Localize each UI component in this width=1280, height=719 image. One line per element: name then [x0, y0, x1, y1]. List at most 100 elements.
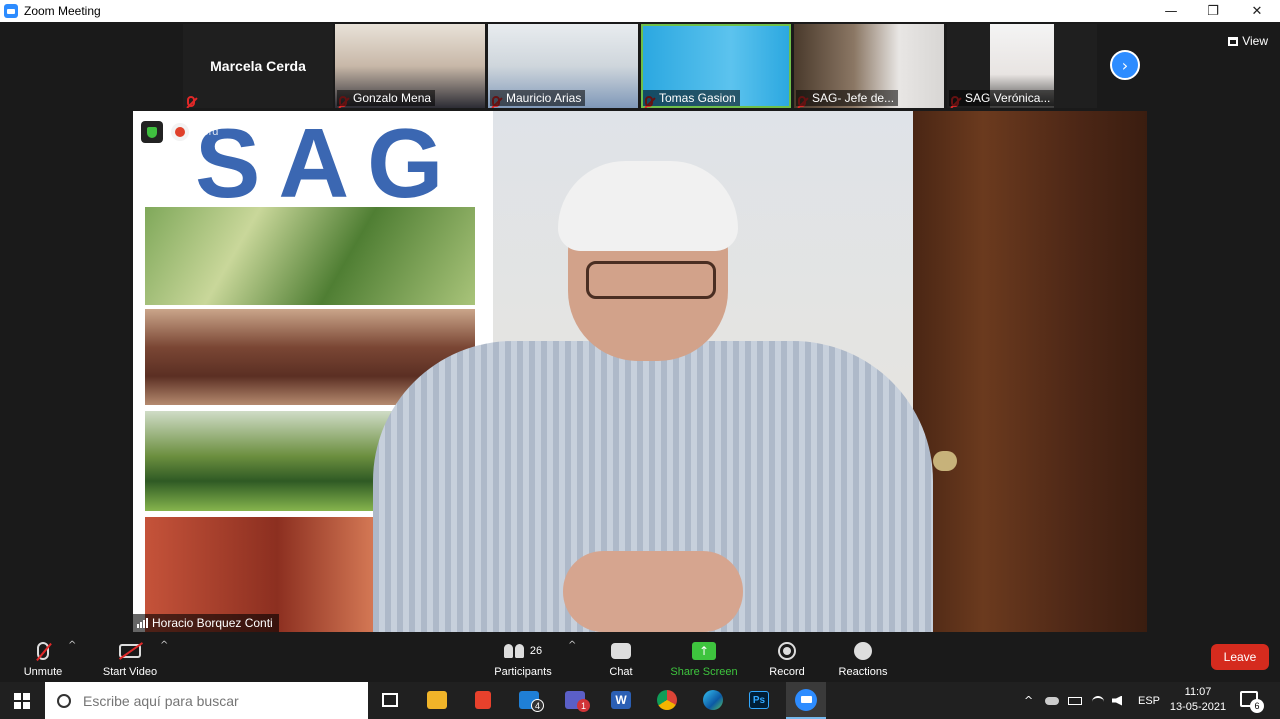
muted-mic-icon: [187, 94, 197, 107]
reactions-icon: [854, 642, 872, 660]
photoshop-button[interactable]: Ps: [744, 686, 774, 714]
participant-tile-sag-jefe[interactable]: SAG- Jefe de...: [794, 24, 944, 108]
participant-tile-sag-veronica[interactable]: SAG Verónica...: [947, 24, 1097, 108]
taskbar-clock[interactable]: 11:07 13-05-2021: [1165, 685, 1231, 715]
leave-button[interactable]: Leave: [1211, 644, 1269, 670]
chrome-icon: [657, 690, 677, 710]
view-label: View: [1242, 34, 1268, 48]
windows-taskbar: 4 1 W Ps ^ ESP 11:07 13-05-2021 6: [0, 682, 1280, 719]
edge-button[interactable]: [698, 686, 728, 714]
windows-logo-icon: [14, 692, 30, 709]
restore-button[interactable]: ❐: [1190, 0, 1236, 22]
battery-icon[interactable]: [1068, 682, 1082, 719]
participant-tile-tomas[interactable]: Tomas Gasion: [641, 24, 791, 108]
search-icon: [57, 693, 71, 708]
edge-icon: [703, 690, 723, 710]
encryption-shield-icon[interactable]: [141, 121, 163, 143]
window-title: Zoom Meeting: [24, 4, 101, 18]
speaker-name: Horacio Borquez Conti: [152, 616, 273, 630]
record-button[interactable]: Record: [767, 636, 807, 678]
participant-name: Tomas Gasion: [643, 90, 740, 106]
start-button[interactable]: [0, 682, 44, 719]
meeting-area: Marcela Cerda Gonzalo Mena Mauricio Aria…: [0, 22, 1280, 632]
participant-name: Mauricio Arias: [490, 90, 586, 106]
door-knob: [933, 451, 957, 471]
clock-time: 11:07: [1184, 686, 1212, 698]
participant-tile-mauricio[interactable]: Mauricio Arias: [488, 24, 638, 108]
participants-options-caret[interactable]: ^: [568, 640, 576, 651]
participants-button[interactable]: 26 Participants: [492, 636, 554, 678]
speaker-hair: [558, 161, 738, 251]
notifications-count: 6: [1250, 699, 1264, 713]
participants-label: Participants: [494, 666, 552, 678]
grid-view-icon: [1228, 36, 1239, 46]
view-button[interactable]: View: [1228, 34, 1268, 48]
chat-label: Chat: [609, 666, 633, 678]
speaker-glasses: [586, 261, 716, 299]
reactions-label: Reactions: [838, 666, 888, 678]
language-indicator[interactable]: ESP: [1138, 682, 1160, 719]
onedrive-icon[interactable]: [1045, 682, 1059, 719]
recording-icon: [171, 123, 189, 141]
task-view-button[interactable]: [375, 686, 405, 714]
speaker-hands: [563, 551, 743, 632]
task-view-icon: [382, 693, 398, 707]
folder-icon: [427, 691, 447, 709]
share-screen-icon: ↑: [692, 642, 716, 660]
chat-icon: [611, 643, 631, 659]
video-options-caret[interactable]: ^: [160, 640, 168, 651]
participant-tile-gonzalo[interactable]: Gonzalo Mena: [335, 24, 485, 108]
unmute-button[interactable]: Unmute: [20, 636, 66, 678]
volume-icon[interactable]: [1112, 682, 1122, 719]
next-page-button[interactable]: ›: [1110, 50, 1140, 80]
start-video-button[interactable]: Start Video: [100, 636, 160, 678]
participants-count: 26: [529, 645, 543, 657]
office-icon: [475, 691, 491, 709]
meeting-toolbar: Unmute ^ Start Video ^ 26 Participants ^…: [0, 632, 1280, 682]
zoom-app-icon: [4, 4, 18, 18]
start-video-label: Start Video: [102, 666, 158, 678]
zoom-taskbar-button[interactable]: [786, 682, 826, 719]
recording-label: cord: [197, 126, 219, 138]
participant-tile-marcela[interactable]: Marcela Cerda: [183, 24, 333, 108]
video-off-icon: [119, 644, 141, 658]
participant-name: Marcela Cerda: [210, 58, 306, 74]
word-button[interactable]: W: [606, 686, 636, 714]
minimize-button[interactable]: —: [1148, 0, 1194, 22]
office-button[interactable]: [468, 686, 498, 714]
photoshop-icon: Ps: [749, 691, 769, 709]
participant-name: Gonzalo Mena: [337, 90, 436, 106]
share-screen-button[interactable]: ↑ Share Screen: [670, 636, 738, 678]
participants-icon: [503, 644, 524, 658]
mail-badge: 4: [531, 699, 544, 712]
tray-overflow-icon[interactable]: ^: [1024, 682, 1033, 719]
audio-options-caret[interactable]: ^: [68, 640, 76, 651]
mail-button[interactable]: 4: [514, 686, 544, 714]
teams-badge: 1: [577, 699, 590, 712]
background-door: [913, 111, 1147, 632]
meeting-indicators: cord: [141, 121, 218, 143]
speaker-name-label: Horacio Borquez Conti: [133, 614, 279, 632]
chat-button[interactable]: Chat: [604, 636, 638, 678]
chrome-button[interactable]: [652, 686, 682, 714]
taskbar-search[interactable]: [45, 682, 368, 719]
word-icon: W: [611, 691, 631, 709]
muted-mic-icon: [37, 642, 49, 660]
reactions-button[interactable]: Reactions: [836, 636, 890, 678]
active-speaker-video[interactable]: SAG cord Horacio Borquez Conti: [133, 111, 1147, 632]
close-button[interactable]: ✕: [1234, 0, 1280, 22]
record-label: Record: [769, 666, 805, 678]
search-input[interactable]: [83, 692, 343, 709]
zoom-icon: [795, 688, 817, 711]
participant-name: SAG- Jefe de...: [796, 90, 899, 106]
teams-button[interactable]: 1: [560, 686, 590, 714]
clock-date: 13-05-2021: [1169, 701, 1227, 713]
file-explorer-button[interactable]: [422, 686, 452, 714]
wifi-icon[interactable]: [1092, 682, 1104, 719]
signal-bars-icon: [137, 618, 148, 628]
participant-name: SAG Verónica...: [949, 90, 1055, 106]
unmute-label: Unmute: [23, 666, 63, 678]
title-bar: Zoom Meeting — ❐ ✕: [0, 0, 1280, 22]
share-screen-label: Share Screen: [670, 666, 738, 678]
record-icon: [778, 642, 796, 660]
